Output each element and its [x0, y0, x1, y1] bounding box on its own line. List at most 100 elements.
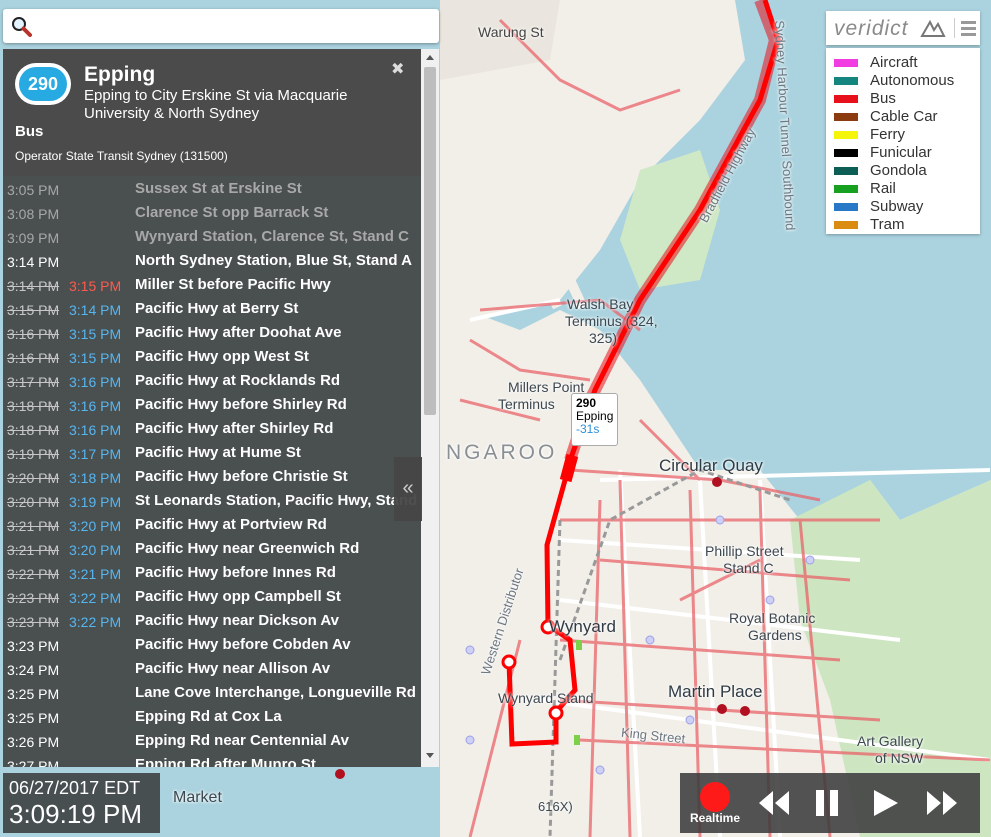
stop-realtime: 3:20 PM: [69, 518, 122, 534]
map-label-martin-place: Martin Place: [668, 682, 763, 701]
stop-row[interactable]: 3:14 PM North Sydney Station, Blue St, St…: [3, 250, 421, 274]
stop-realtime: 3:15 PM: [69, 326, 122, 342]
legend-label: Rail: [870, 180, 896, 197]
search-icon[interactable]: [10, 15, 32, 37]
vehicle-delay: -31s: [576, 422, 600, 436]
legend-swatch: [834, 221, 858, 229]
stop-row[interactable]: 3:23 PM 3:22 PM Pacific Hwy opp Campbell S…: [3, 586, 421, 610]
realtime-button[interactable]: [700, 782, 730, 812]
stop-name: Pacific Hwy near Dickson Av: [135, 612, 339, 629]
close-icon[interactable]: ✖: [391, 59, 404, 79]
stop-realtime: 3:17 PM: [69, 446, 122, 462]
map-label-market: Market: [173, 789, 222, 806]
route-number: 290: [19, 67, 67, 101]
stop-name: Pacific Hwy opp Campbell St: [135, 588, 341, 605]
scrollbar-thumb[interactable]: [424, 67, 436, 415]
collapse-panel-icon[interactable]: «: [394, 457, 422, 521]
map-label-barangaroo: NGAROO: [446, 441, 558, 464]
stop-name: Pacific Hwy after Doohat Ave: [135, 324, 342, 341]
stop-row[interactable]: 3:21 PM 3:20 PM Pacific Hwy at Portview Rd: [3, 514, 421, 538]
legend-swatch: [834, 113, 858, 121]
stop-name: Wynyard Station, Clarence St, Stand C: [135, 228, 409, 245]
legend-label: Autonomous: [870, 72, 955, 89]
menu-icon[interactable]: [954, 18, 977, 38]
stop-scheduled-time: 3:21 PM: [7, 518, 60, 534]
stop-scheduled-time: 3:16 PM: [7, 326, 60, 342]
stop-row[interactable]: 3:18 PM 3:16 PM Pacific Hwy before Shirley…: [3, 394, 421, 418]
search-bar: [3, 9, 439, 43]
stop-name: Pacific Hwy before Innes Rd: [135, 564, 336, 581]
clock-date: 06/27/2017 EDT: [9, 778, 141, 798]
route-operator: Operator State Transit Sydney (131500): [15, 149, 228, 163]
stop-row[interactable]: 3:09 PM Wynyard Station, Clarence St, Sta…: [3, 226, 421, 250]
scroll-down-icon[interactable]: [426, 753, 434, 758]
stop-name: Sussex St at Erskine St: [135, 180, 302, 197]
stop-name: Pacific Hwy near Allison Av: [135, 660, 331, 677]
search-input[interactable]: [39, 13, 435, 39]
map-label-wynyard-stand: Wynyard Stand: [498, 690, 594, 706]
stop-row[interactable]: 3:27 PM Epping Rd after Munro St: [3, 754, 421, 767]
stop-scheduled-time: 3:25 PM: [7, 710, 60, 726]
legend-label: Ferry: [870, 126, 905, 143]
stop-name: Lane Cove Interchange, Longueville Rd: [135, 684, 416, 701]
playback-controls: Realtime: [680, 773, 980, 833]
stop-scheduled-time: 3:05 PM: [7, 182, 60, 198]
stop-scheduled-time: 3:20 PM: [7, 494, 60, 510]
vehicle-tooltip[interactable]: 290 Epping -31s: [571, 393, 618, 446]
stop-row[interactable]: 3:21 PM 3:20 PM Pacific Hwy near Greenwich…: [3, 538, 421, 562]
map-label-circular-quay: Circular Quay: [659, 456, 763, 475]
stop-realtime: 3:15 PM: [69, 350, 122, 366]
stop-realtime: 3:16 PM: [69, 422, 122, 438]
stop-row[interactable]: 3:23 PM 3:22 PM Pacific Hwy near Dickson A…: [3, 610, 421, 634]
route-panel: 290 Epping Epping to City Erskine St via…: [3, 49, 439, 767]
stop-row[interactable]: 3:26 PM Epping Rd near Centennial Av: [3, 730, 421, 754]
stop-scheduled-time: 3:22 PM: [7, 566, 60, 582]
stop-row[interactable]: 3:24 PM Pacific Hwy near Allison Av: [3, 658, 421, 682]
stop-scheduled-time: 3:25 PM: [7, 686, 60, 702]
legend-label: Cable Car: [870, 108, 938, 125]
fast-forward-icon[interactable]: [924, 787, 960, 819]
realtime-label: Realtime: [690, 811, 741, 825]
scroll-up-icon[interactable]: [426, 55, 434, 60]
stop-row[interactable]: 3:23 PM Pacific Hwy before Cobden Av: [3, 634, 421, 658]
map-label-of-nsw: of NSW: [875, 750, 924, 766]
stop-row[interactable]: 3:20 PM 3:18 PM Pacific Hwy before Christi…: [3, 466, 421, 490]
legend-swatch: [834, 59, 858, 67]
stop-row[interactable]: 3:14 PM 3:15 PM Miller St before Pacific H…: [3, 274, 421, 298]
map-label-millers-terminus: Terminus: [498, 396, 555, 412]
stop-row[interactable]: 3:22 PM 3:21 PM Pacific Hwy before Innes R…: [3, 562, 421, 586]
stop-row[interactable]: 3:16 PM 3:15 PM Pacific Hwy opp West St: [3, 346, 421, 370]
pause-icon[interactable]: [810, 787, 846, 819]
stop-scheduled-time: 3:17 PM: [7, 374, 60, 390]
map-label-gardens: Gardens: [748, 627, 802, 643]
legend-label: Bus: [870, 90, 896, 107]
rewind-icon[interactable]: [756, 787, 792, 819]
stop-realtime: 3:22 PM: [69, 590, 122, 606]
play-icon[interactable]: [868, 787, 904, 819]
legend-label: Funicular: [870, 144, 932, 161]
stop-row[interactable]: 3:05 PM Sussex St at Erskine St: [3, 178, 421, 202]
legend-label: Aircraft: [870, 54, 918, 71]
stop-scheduled-time: 3:24 PM: [7, 662, 60, 678]
stop-row[interactable]: 3:19 PM 3:17 PM Pacific Hwy at Hume St: [3, 442, 421, 466]
stop-name: Miller St before Pacific Hwy: [135, 276, 331, 293]
stop-row[interactable]: 3:17 PM 3:16 PM Pacific Hwy at Rocklands R…: [3, 370, 421, 394]
stop-row[interactable]: 3:25 PM Lane Cove Interchange, Longuevill…: [3, 682, 421, 706]
stop-realtime: 3:16 PM: [69, 374, 122, 390]
stop-row[interactable]: 3:15 PM 3:14 PM Pacific Hwy at Berry St: [3, 298, 421, 322]
map-label-walsh-terminus: Terminus (324,: [565, 313, 658, 329]
stop-list-scrollbar[interactable]: [421, 49, 439, 767]
route-header: 290 Epping Epping to City Erskine St via…: [3, 49, 421, 176]
stop-row[interactable]: 3:08 PM Clarence St opp Barrack St: [3, 202, 421, 226]
stop-row[interactable]: 3:18 PM 3:16 PM Pacific Hwy after Shirley …: [3, 418, 421, 442]
legend-swatch: [834, 149, 858, 157]
stop-scheduled-time: 3:09 PM: [7, 230, 60, 246]
stop-row[interactable]: 3:20 PM 3:19 PM St Leonards Station, Pacif…: [3, 490, 421, 514]
stop-name: Pacific Hwy near Greenwich Rd: [135, 540, 360, 557]
clock-panel: 06/27/2017 EDT 3:09:19 PM: [3, 773, 160, 833]
stop-row[interactable]: 3:25 PM Epping Rd at Cox La: [3, 706, 421, 730]
stop-scheduled-time: 3:27 PM: [7, 758, 60, 767]
stop-row[interactable]: 3:16 PM 3:15 PM Pacific Hwy after Doohat A…: [3, 322, 421, 346]
stop-name: St Leonards Station, Pacific Hwy, Stand: [135, 492, 418, 509]
stop-scheduled-time: 3:18 PM: [7, 422, 60, 438]
